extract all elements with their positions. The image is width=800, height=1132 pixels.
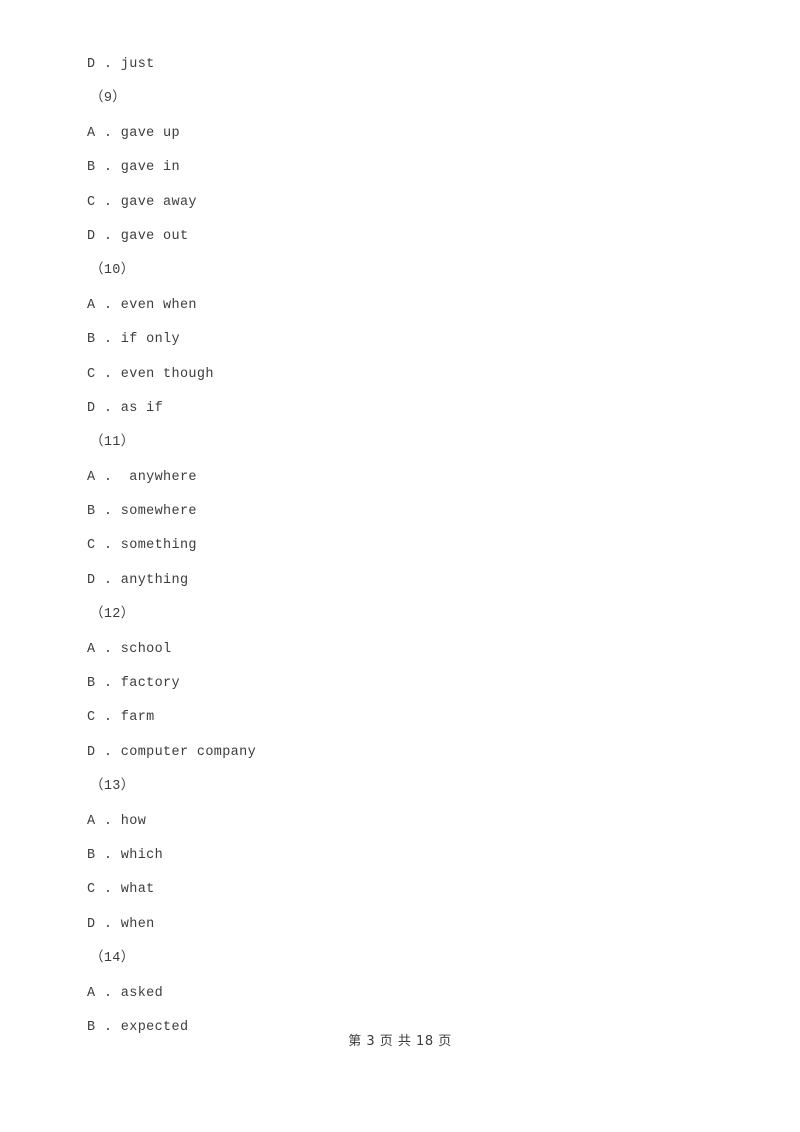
question-number: （9） — [90, 91, 127, 107]
answer-option: C . even though — [87, 366, 214, 382]
answer-option: D . when — [87, 916, 155, 932]
answer-option: A . anywhere — [87, 469, 197, 485]
answer-option: B . which — [87, 847, 164, 863]
answer-option: D . just — [87, 57, 155, 72]
question-number: （13） — [90, 779, 135, 795]
answer-option: A . asked — [87, 985, 164, 1001]
answer-option: D . anything — [87, 572, 189, 588]
answer-option: D . as if — [87, 400, 164, 416]
answer-option: C . something — [87, 538, 197, 554]
answer-option: B . if only — [87, 332, 180, 348]
answer-option: C . farm — [87, 710, 155, 726]
answer-option: C . what — [87, 882, 155, 898]
answer-option: C . gave away — [87, 194, 197, 210]
answer-option: D . computer company — [87, 744, 257, 760]
question-number: （12） — [90, 607, 135, 623]
page-footer: 第 3 页 共 18 页 — [348, 1034, 452, 1049]
answer-option: B . somewhere — [87, 504, 197, 520]
answer-option: A . gave up — [87, 125, 180, 141]
document-page: D . just （9） A . gave up B . gave in C . gav… — [0, 0, 800, 1132]
answer-option: D . gave out — [87, 228, 189, 244]
answer-option: A . school — [87, 641, 172, 657]
question-options-list: D . just （9） A . gave up B . gave in C . gav… — [0, 48, 800, 1045]
answer-option: B . factory — [87, 676, 180, 692]
question-number: （10） — [90, 263, 135, 279]
answer-option: A . how — [87, 813, 147, 829]
answer-option: B . gave in — [87, 160, 180, 176]
answer-option: A . even when — [87, 297, 197, 313]
question-number: （11） — [90, 435, 135, 451]
question-number: （14） — [90, 951, 135, 967]
